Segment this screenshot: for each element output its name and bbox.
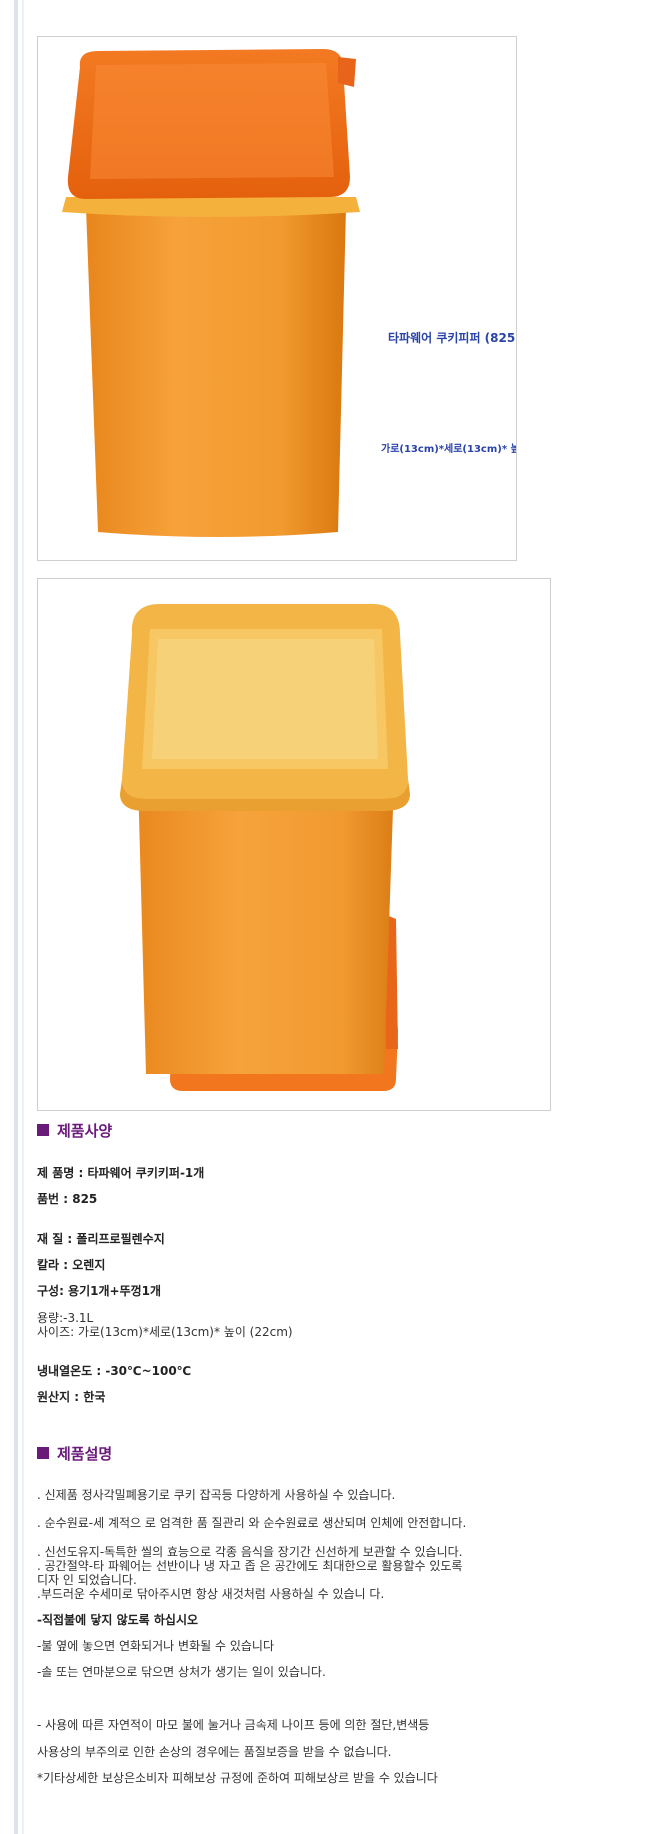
desc-line: . 공간절약-타 파웨어는 선반이나 냉 자고 좁 은 공간에도 최대한으로 활… <box>37 1559 463 1573</box>
spec-temperature: 냉내열온도 : -30℃~100℃ <box>37 1364 192 1378</box>
product-photo-open <box>37 578 551 1111</box>
container-with-lid-illustration <box>62 49 360 537</box>
spec-model-number: 품번 : 825 <box>37 1192 98 1206</box>
desc-line: 디자 인 되었습니다. <box>37 1573 137 1587</box>
spec-section-title-text: 제품사양 <box>57 1121 113 1140</box>
desc-line: .부드러운 수세미로 닦아주시면 항상 새것처럼 사용하실 수 있습니 다. <box>37 1587 385 1601</box>
desc-line: . 신제품 정사각밀폐용기로 쿠키 잡곡등 다양하게 사용하실 수 있습니다. <box>37 1488 396 1502</box>
left-border <box>14 0 18 1834</box>
square-bullet-icon <box>37 1124 49 1136</box>
spec-origin: 원산지 : 한국 <box>37 1390 106 1404</box>
spec-capacity: 용량:-3.1L <box>37 1311 94 1325</box>
spec-section-title: 제품사양 <box>37 1120 112 1140</box>
desc-line: . 신선도유지-독특한 씰의 효능으로 각종 음식을 장기간 신선하게 보관할 … <box>37 1545 463 1559</box>
product-photo-closed: 타파웨어 쿠키피퍼 (825):1개 가로(13cm)*세로(13cm)* 높이… <box>37 36 517 561</box>
description-section-title-text: 제품설명 <box>57 1444 113 1463</box>
left-border-inner <box>22 0 24 1834</box>
spec-composition: 구성: 용기1개+뚜껑1개 <box>37 1284 162 1298</box>
spec-color: 칼라 : 오렌지 <box>37 1258 106 1272</box>
desc-line: -불 옆에 놓으면 연화되거나 변화될 수 있습니다 <box>37 1639 274 1653</box>
description-section-title: 제품설명 <box>37 1443 112 1463</box>
product-name-caption: 타파웨어 쿠키피퍼 (825):1개 <box>388 331 516 345</box>
spec-material: 재 질 : 폴리프로필렌수지 <box>37 1232 165 1246</box>
open-container-illustration <box>120 604 410 1091</box>
desc-line: - 사용에 따른 자연적이 마모 불에 눌거나 금속제 나이프 등에 의한 절단… <box>37 1718 430 1732</box>
spec-product-name: 제 품명 : 타파웨어 쿠키키퍼-1개 <box>37 1166 205 1180</box>
square-bullet-icon <box>37 1447 49 1459</box>
desc-line: 사용상의 부주의로 인한 손상의 경우에는 품질보증을 받을 수 없습니다. <box>37 1745 392 1759</box>
product-size-caption: 가로(13cm)*세로(13cm)* 높이 (22cm) <box>381 444 516 455</box>
desc-warning: -직접불에 닿지 않도록 하십시오 <box>37 1613 199 1627</box>
desc-line: . 순수원료-세 계적으 로 엄격한 품 질관리 와 순수원료로 생산되며 인체… <box>37 1516 467 1530</box>
desc-line: -솔 또는 연마분으로 닦으면 상처가 생기는 일이 있습니다. <box>37 1665 326 1679</box>
spec-size: 사이즈: 가로(13cm)*세로(13cm)* 높이 (22cm) <box>37 1325 293 1339</box>
desc-line: *기타상세한 보상은소비자 피해보상 규정에 준하여 피해보상르 받을 수 있습… <box>37 1771 438 1785</box>
